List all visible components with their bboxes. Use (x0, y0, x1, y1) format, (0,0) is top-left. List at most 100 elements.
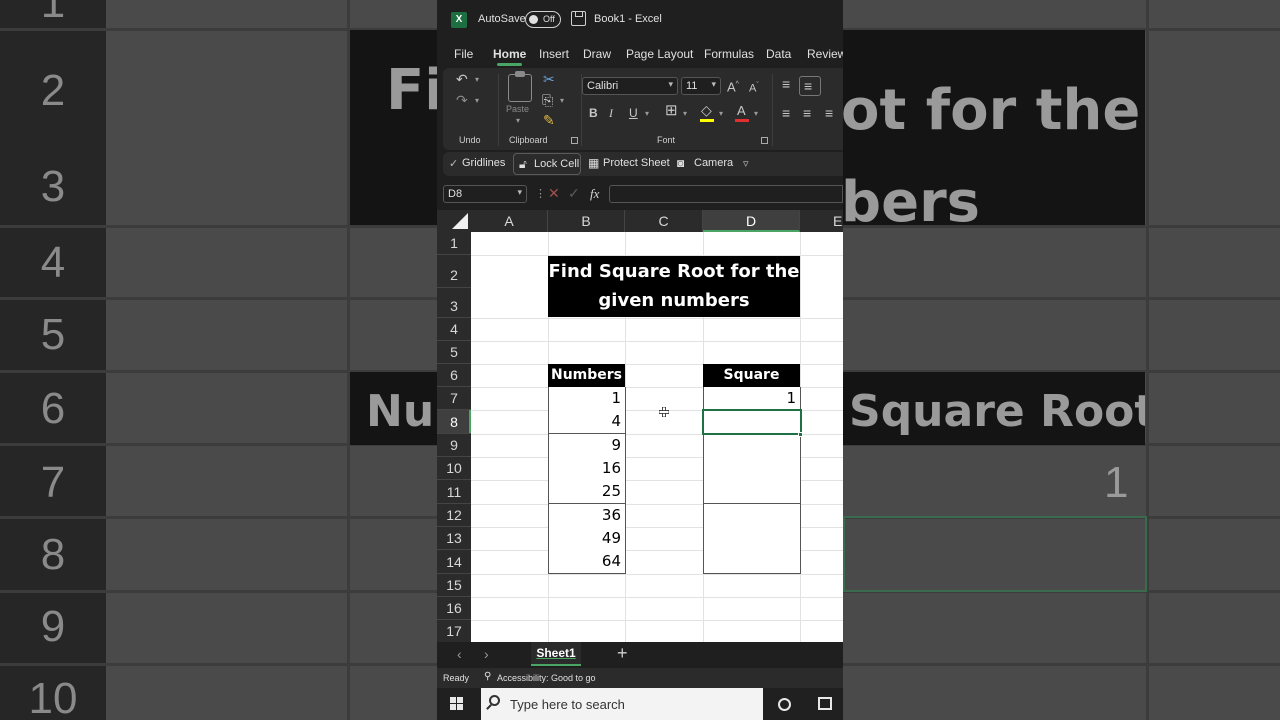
square-root-cell[interactable] (703, 480, 801, 504)
font-color-icon[interactable]: A (737, 104, 746, 118)
gridlines-toggle[interactable]: Gridlines (462, 157, 505, 169)
underline-button[interactable]: U (629, 106, 638, 120)
number-cell[interactable]: 1 (548, 387, 626, 411)
number-cell[interactable]: 49 (548, 527, 626, 551)
row-header[interactable]: 3 (437, 288, 471, 318)
font-size-select[interactable]: 11 ▾ (681, 77, 721, 95)
taskbar-search-input[interactable]: Type here to search (481, 688, 763, 720)
chevron-down-icon[interactable]: ▾ (645, 109, 649, 118)
fill-color-icon[interactable]: ◇ (701, 103, 712, 117)
align-top-icon[interactable]: ≡ (782, 77, 790, 91)
paste-icon[interactable] (508, 71, 532, 102)
add-sheet-button[interactable]: + (617, 643, 628, 664)
row-header[interactable]: 1 (437, 232, 471, 255)
square-root-cell[interactable] (703, 504, 801, 528)
row-header[interactable]: 9 (437, 434, 471, 457)
align-right-icon[interactable]: ≡ (825, 106, 833, 120)
title-cell[interactable]: Find Square Root for the given numbers (548, 256, 800, 317)
row-header[interactable]: 5 (437, 341, 471, 364)
chevron-down-icon[interactable]: ▾ (475, 75, 479, 84)
row-header[interactable]: 16 (437, 597, 471, 620)
square-root-cell[interactable] (703, 550, 801, 574)
protect-sheet-button[interactable]: Protect Sheet (603, 157, 670, 169)
tab-formulas[interactable]: Formulas (704, 47, 754, 61)
column-header-a[interactable]: A (471, 210, 548, 232)
chevron-left-icon[interactable]: ‹ (457, 646, 462, 662)
row-header[interactable]: 10 (437, 457, 471, 480)
italic-button[interactable]: I (609, 106, 613, 120)
undo-icon[interactable]: ↶ (456, 72, 468, 86)
row-header[interactable]: 17 (437, 620, 471, 642)
copy-icon[interactable]: ⎘ (542, 93, 553, 107)
number-cell[interactable]: 64 (548, 550, 626, 574)
decrease-font-icon[interactable]: Aˇ (749, 79, 759, 96)
row-header[interactable]: 15 (437, 574, 471, 597)
square-root-cell[interactable] (703, 434, 801, 458)
row-header[interactable]: 7 (437, 387, 471, 410)
formula-input[interactable] (609, 185, 843, 203)
customize-chevron-icon[interactable]: ▿ (743, 157, 749, 170)
chevron-down-icon[interactable]: ▾ (560, 96, 564, 105)
sheet-tab-sheet1[interactable]: Sheet1 (531, 642, 581, 666)
column-header-d[interactable]: D (703, 210, 800, 232)
chevron-down-icon[interactable]: ▾ (754, 109, 758, 118)
tab-insert[interactable]: Insert (539, 47, 569, 61)
row-header[interactable]: 14 (437, 550, 471, 574)
number-cell[interactable]: 4 (548, 410, 626, 434)
row-header[interactable]: 2 (437, 255, 471, 288)
increase-font-icon[interactable]: A^ (727, 78, 739, 94)
number-cell[interactable]: 9 (548, 434, 626, 458)
name-box[interactable]: D8 ▾ (443, 185, 527, 203)
square-root-header-cell[interactable]: Square Root (703, 364, 800, 406)
tab-file[interactable]: File (454, 47, 473, 61)
square-root-cell[interactable] (703, 527, 801, 551)
save-icon[interactable] (571, 11, 586, 26)
row-header[interactable]: 8 (437, 410, 471, 434)
font-name-select[interactable]: Calibri ▾ (582, 77, 678, 95)
lock-cell-button[interactable]: 🔓︎ Lock Cell (513, 153, 581, 175)
row-header[interactable]: 13 (437, 527, 471, 550)
tab-draw[interactable]: Draw (583, 47, 611, 61)
redo-icon[interactable]: ↷ (456, 93, 468, 107)
row-header[interactable]: 11 (437, 480, 471, 504)
camera-button[interactable]: Camera (694, 157, 733, 169)
tab-data[interactable]: Data (766, 47, 791, 61)
dialog-launcher-icon[interactable] (571, 137, 578, 144)
insert-function-icon[interactable]: fx (590, 186, 599, 202)
square-root-cell[interactable] (703, 457, 801, 481)
autosave-toggle[interactable]: Off (525, 11, 561, 28)
cancel-icon[interactable]: ✕ (548, 185, 560, 202)
borders-icon[interactable]: ⊞ (665, 103, 678, 118)
tab-page-layout[interactable]: Page Layout (626, 47, 693, 61)
fill-handle[interactable] (798, 432, 803, 437)
numbers-header-cell[interactable]: Numbers (548, 364, 625, 387)
tab-review[interactable]: Review (807, 47, 843, 61)
worksheet-grid[interactable]: A B C D E 1 2 3 4 5 6 7 8 9 10 11 12 13 … (437, 210, 843, 642)
chevron-right-icon[interactable]: › (484, 646, 489, 662)
tab-home[interactable]: Home (493, 47, 526, 66)
number-cell[interactable]: 16 (548, 457, 626, 481)
row-header[interactable]: 6 (437, 364, 471, 387)
chevron-down-icon[interactable]: ▾ (683, 109, 687, 118)
align-middle-button[interactable]: ≡ (799, 76, 821, 96)
row-header[interactable]: 12 (437, 504, 471, 527)
dialog-launcher-icon[interactable] (761, 137, 768, 144)
more-options-icon[interactable]: ⋮ (535, 187, 546, 200)
chevron-down-icon[interactable]: ▾ (719, 109, 723, 118)
enter-icon[interactable]: ✓ (568, 185, 580, 202)
format-painter-icon[interactable]: ✎ (543, 113, 555, 127)
active-cell-d8[interactable] (702, 409, 802, 435)
windows-start-icon[interactable] (450, 697, 464, 711)
chevron-down-icon[interactable]: ▾ (475, 96, 479, 105)
accessibility-status[interactable]: Accessibility: Good to go (497, 673, 596, 683)
align-center-icon[interactable]: ≡ (803, 106, 811, 120)
cortana-icon[interactable] (778, 698, 791, 711)
bold-button[interactable]: B (589, 106, 598, 120)
column-header-b[interactable]: B (548, 210, 625, 232)
chevron-down-icon[interactable]: ▾ (516, 116, 520, 125)
task-view-icon[interactable] (818, 697, 832, 710)
align-left-icon[interactable]: ≡ (782, 106, 790, 120)
row-header[interactable]: 4 (437, 318, 471, 341)
number-cell[interactable]: 36 (548, 504, 626, 528)
column-header-e[interactable]: E (800, 210, 843, 232)
